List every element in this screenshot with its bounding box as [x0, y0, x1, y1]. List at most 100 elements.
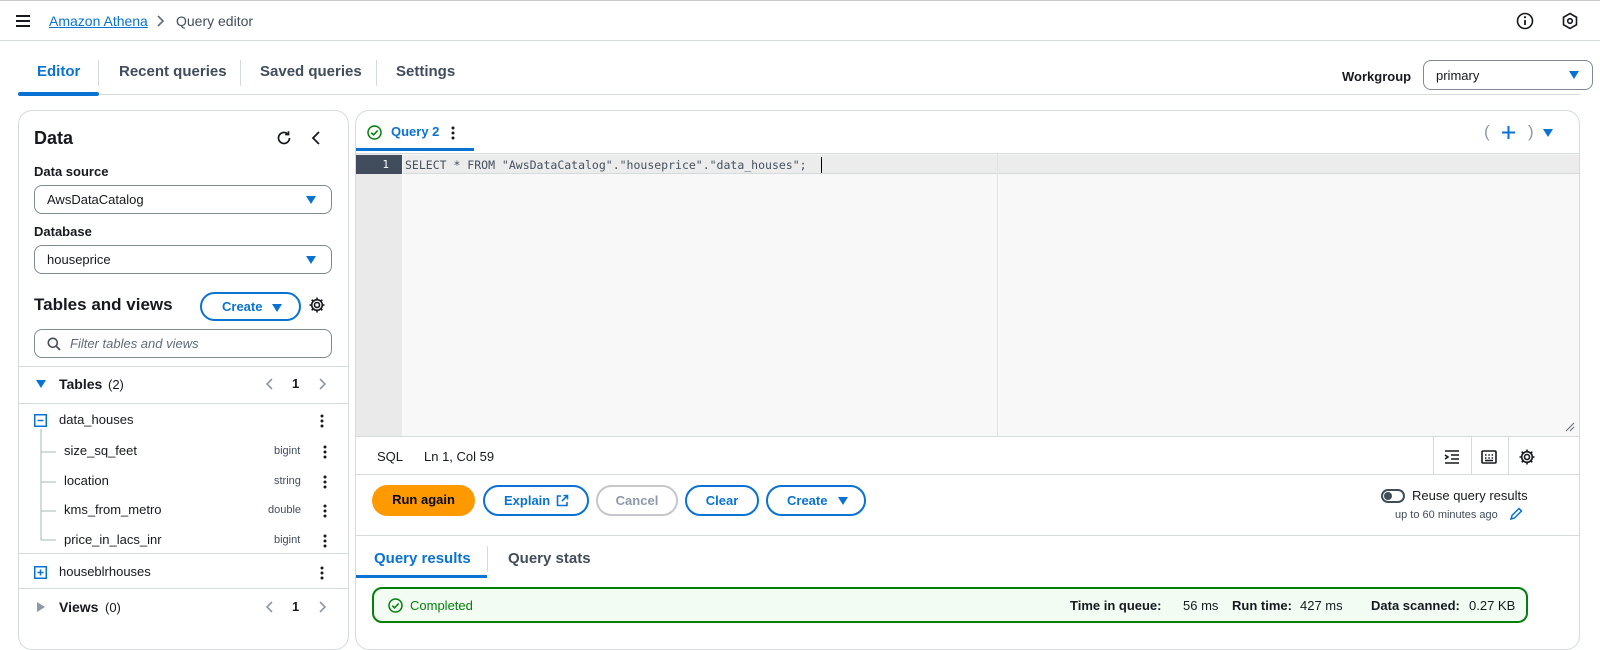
- tab-recent-queries[interactable]: Recent queries: [119, 63, 227, 80]
- column-type: string: [274, 475, 301, 487]
- query-status: Completed: [410, 598, 473, 613]
- prev-page-icon[interactable]: [265, 377, 275, 391]
- expand-caret-down-icon[interactable]: [36, 380, 46, 389]
- data-scanned-label: Data scanned:: [1371, 598, 1460, 613]
- tables-views-title: Tables and views: [34, 295, 173, 314]
- editor-settings-gear-icon[interactable]: [1518, 448, 1536, 466]
- next-page-icon[interactable]: [317, 600, 327, 614]
- results-tabs: Query results Query stats: [356, 535, 1579, 578]
- column-type: bigint: [274, 445, 301, 457]
- more-options-icon[interactable]: [323, 445, 327, 459]
- tab-query-results[interactable]: Query results: [374, 550, 471, 567]
- success-check-icon: [388, 598, 403, 613]
- tab-divider: [487, 546, 488, 572]
- more-options-icon[interactable]: [320, 414, 324, 428]
- caret-down-icon: [272, 304, 282, 312]
- divider: [19, 553, 348, 554]
- reuse-results-window: up to 60 minutes ago: [1395, 509, 1498, 521]
- column-type: bigint: [274, 534, 301, 546]
- tab-divider: [376, 60, 377, 86]
- text-cursor: [821, 157, 822, 173]
- column-name: location: [64, 473, 109, 488]
- column-name: size_sq_feet: [64, 443, 137, 458]
- line-gutter: [356, 154, 402, 437]
- data-source-select[interactable]: AwsDataCatalog: [34, 185, 332, 214]
- tab-editor[interactable]: Editor: [37, 63, 80, 80]
- tab-saved-queries[interactable]: Saved queries: [260, 63, 362, 80]
- prev-page-icon[interactable]: [265, 600, 275, 614]
- more-options-icon[interactable]: [323, 534, 327, 548]
- create-table-label: Create: [222, 299, 263, 314]
- toolbar-divider: [1508, 437, 1509, 475]
- column-name: kms_from_metro: [64, 502, 162, 517]
- resize-handle-icon[interactable]: [1565, 422, 1575, 432]
- sql-editor[interactable]: 1 SELECT * FROM "AwsDataCatalog"."housep…: [356, 153, 1579, 437]
- data-panel: Data Data source AwsDataCatalog Database…: [18, 110, 349, 650]
- tab-divider: [98, 60, 99, 86]
- sql-code[interactable]: SELECT * FROM "AwsDataCatalog"."housepri…: [405, 158, 807, 172]
- workgroup-label: Workgroup: [1342, 69, 1412, 84]
- collapse-square-icon[interactable]: [34, 414, 47, 427]
- workgroup-select[interactable]: primary: [1423, 60, 1593, 90]
- gear-icon[interactable]: [308, 296, 326, 314]
- views-page-number[interactable]: 1: [292, 599, 299, 614]
- refresh-icon[interactable]: [275, 129, 293, 147]
- tab-query-stats[interactable]: Query stats: [508, 550, 591, 567]
- data-source-value: AwsDataCatalog: [47, 192, 144, 207]
- views-section-label[interactable]: Views: [59, 599, 98, 615]
- tab-scroll-paren: (: [1484, 122, 1490, 141]
- expand-caret-right-icon[interactable]: [37, 602, 46, 612]
- reuse-results-toggle[interactable]: [1381, 489, 1405, 503]
- status-check-icon: [367, 125, 382, 140]
- tab-settings[interactable]: Settings: [396, 63, 455, 80]
- caret-down-icon: [306, 256, 316, 264]
- tabs-dropdown-icon[interactable]: [1542, 128, 1554, 138]
- time-in-queue-value: 56 ms: [1183, 598, 1219, 613]
- more-options-icon[interactable]: [323, 504, 327, 518]
- cursor-position: Ln 1, Col 59: [424, 449, 495, 464]
- create-button[interactable]: Create: [766, 485, 866, 516]
- breadcrumb-service-link[interactable]: Amazon Athena: [49, 13, 148, 29]
- database-select[interactable]: houseprice: [34, 245, 332, 274]
- explain-button[interactable]: Explain: [483, 485, 589, 516]
- column-name: price_in_lacs_inr: [64, 532, 162, 547]
- table-name-data-houses[interactable]: data_houses: [59, 412, 133, 427]
- tables-page-number[interactable]: 1: [292, 376, 299, 391]
- active-tab-indicator: [18, 92, 99, 96]
- create-label: Create: [787, 493, 828, 508]
- editor-panel: Query 2 ( ) 1 SELECT * FROM "AwsDataCata…: [355, 110, 1580, 650]
- query-tab-options-icon[interactable]: [451, 126, 455, 140]
- tab-divider: [240, 60, 241, 86]
- menu-icon[interactable]: [14, 12, 32, 30]
- language-label: SQL: [377, 449, 404, 464]
- run-again-button[interactable]: Run again: [372, 485, 475, 516]
- add-query-tab-icon[interactable]: [1501, 125, 1516, 140]
- settings-hex-icon[interactable]: [1561, 12, 1579, 30]
- data-panel-title: Data: [34, 128, 74, 148]
- main-tabs: Editor Recent queries Saved queries Sett…: [18, 55, 1593, 96]
- caret-down-icon: [1569, 71, 1579, 79]
- database-value: houseprice: [47, 252, 111, 267]
- reuse-results-label: Reuse query results: [1412, 488, 1528, 503]
- tables-count: (2): [108, 377, 124, 392]
- edit-pencil-icon[interactable]: [1509, 507, 1523, 521]
- next-page-icon[interactable]: [317, 377, 327, 391]
- info-icon[interactable]: [1516, 12, 1534, 30]
- filter-tables-input[interactable]: Filter tables and views: [34, 329, 332, 358]
- clear-button[interactable]: Clear: [685, 485, 759, 516]
- collapse-panel-icon[interactable]: [309, 130, 323, 146]
- explain-label: Explain: [504, 493, 551, 508]
- tables-section-label[interactable]: Tables: [59, 376, 102, 392]
- cancel-button[interactable]: Cancel: [596, 485, 678, 516]
- table-name-houseblrhouses[interactable]: houseblrhouses: [59, 564, 151, 579]
- more-options-icon[interactable]: [320, 566, 324, 580]
- create-table-button[interactable]: Create: [200, 292, 301, 321]
- tab-scroll-paren: ): [1528, 122, 1534, 141]
- format-query-icon[interactable]: [1443, 448, 1461, 466]
- expand-square-icon[interactable]: [34, 566, 47, 579]
- database-label: Database: [34, 224, 92, 239]
- workgroup-value: primary: [1436, 68, 1480, 83]
- keyboard-icon[interactable]: [1480, 448, 1498, 466]
- more-options-icon[interactable]: [323, 475, 327, 489]
- query-tab[interactable]: Query 2: [391, 124, 439, 139]
